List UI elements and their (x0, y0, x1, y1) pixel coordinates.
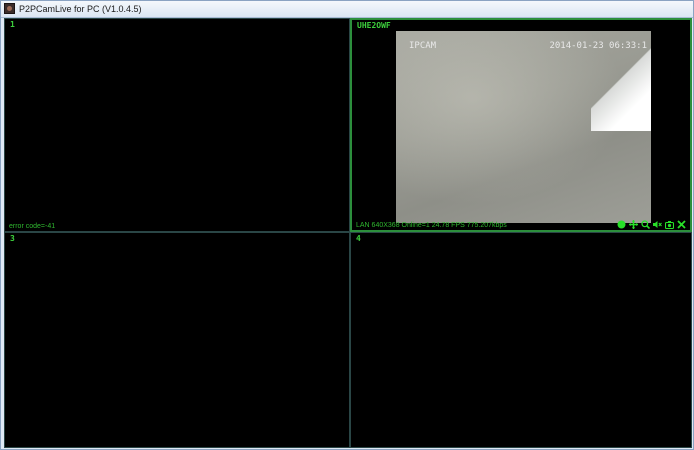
pane-toolbar (617, 219, 686, 229)
camera-pane-4[interactable]: 4 (350, 232, 692, 448)
window-title: P2PCamLive for PC (V1.0.4.5) (19, 4, 142, 14)
video-overlay-timestamp: 2014-01-23 06:33:1 (549, 41, 647, 51)
video-feed[interactable]: IPCAM 2014-01-23 06:33:1 (396, 31, 651, 223)
app-logo-icon (4, 3, 15, 14)
camera-grid: 1 error code=-41 UHE2OWF IPCAM 2014-01-2… (4, 18, 692, 448)
camera-pane-2[interactable]: UHE2OWF IPCAM 2014-01-23 06:33:1 LAN 640… (350, 18, 692, 232)
zoom-icon[interactable] (641, 219, 650, 229)
pane-status: LAN 640X368 Online=1 24.78 FPS 775.207kb… (356, 222, 507, 229)
close-icon[interactable] (677, 219, 686, 229)
pane-label: 3 (10, 234, 15, 243)
app-window: P2PCamLive for PC (V1.0.4.5) 1 error cod… (0, 0, 694, 450)
pane-label: 4 (356, 234, 361, 243)
pane-label: 1 (10, 20, 15, 29)
record-dot-icon[interactable] (617, 220, 626, 229)
ptz-move-icon[interactable] (629, 219, 638, 229)
camera-pane-1[interactable]: 1 error code=-41 (4, 18, 350, 232)
pane-status: error code=-41 (9, 223, 56, 230)
title-bar[interactable]: P2PCamLive for PC (V1.0.4.5) (1, 1, 693, 18)
video-overlay-brand: IPCAM (409, 41, 437, 51)
pane-label: UHE2OWF (357, 21, 391, 30)
mute-speaker-icon[interactable] (653, 220, 662, 229)
camera-pane-3[interactable]: 3 (4, 232, 350, 448)
snapshot-camera-icon[interactable] (665, 220, 674, 229)
